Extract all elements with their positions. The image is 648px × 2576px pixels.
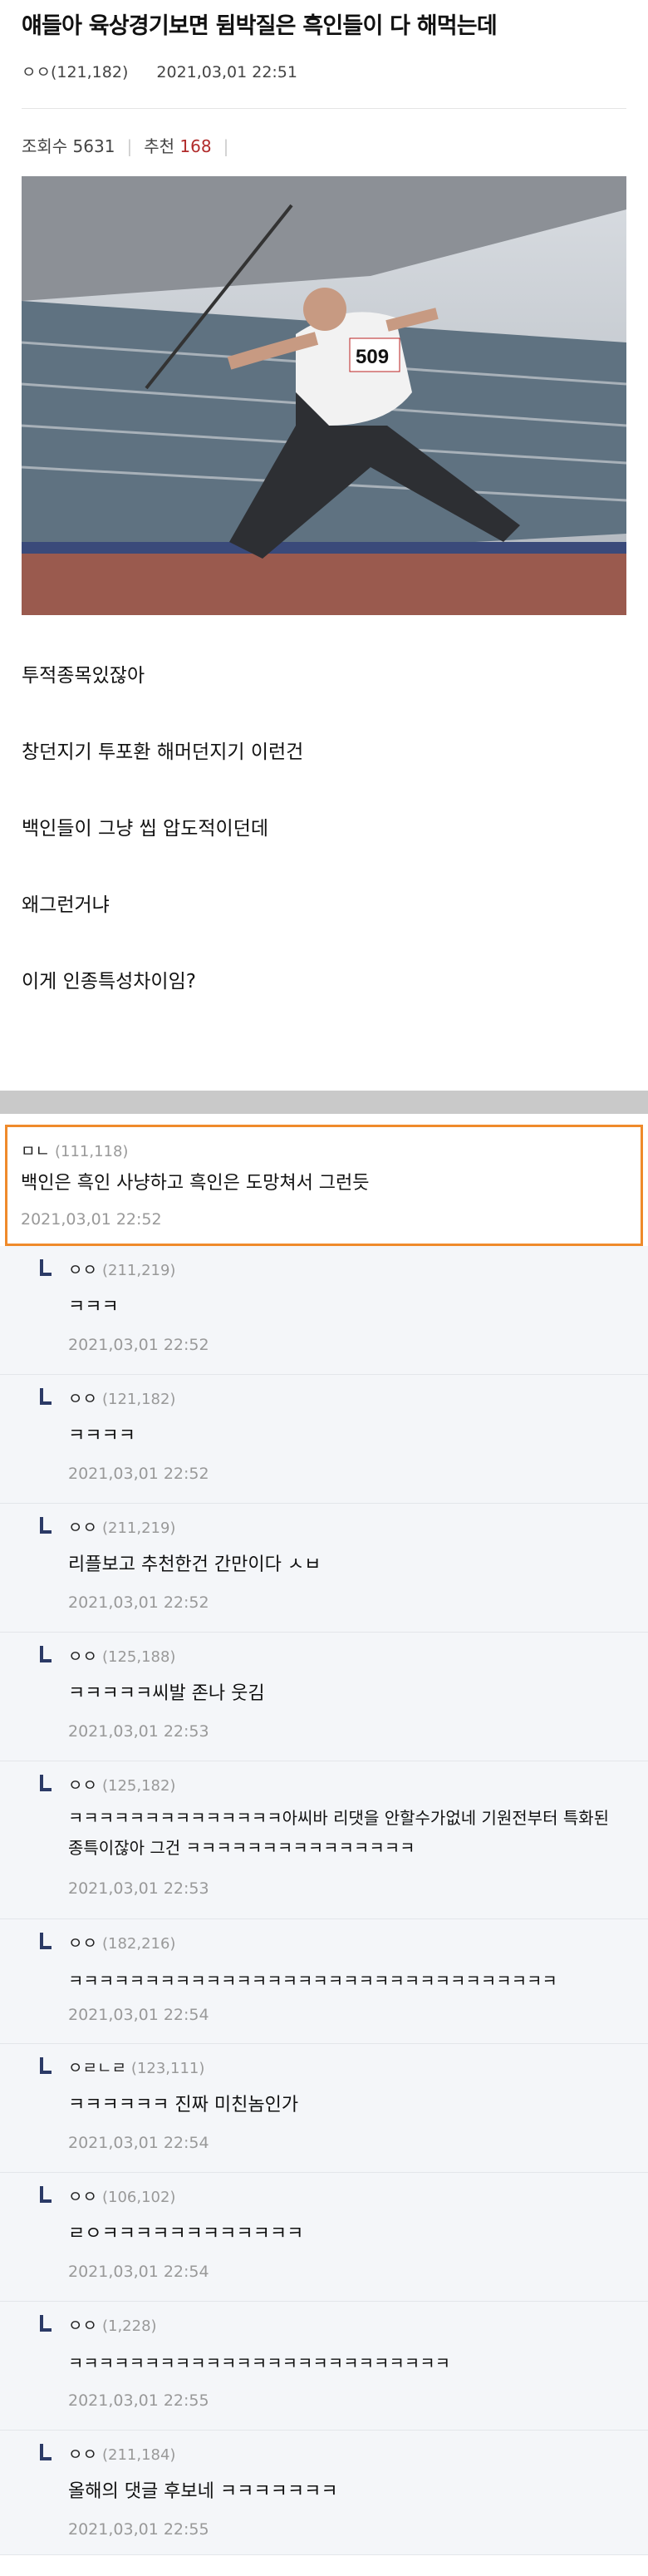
comment-user[interactable]: ㅇㅇ (182,216) — [68, 1931, 175, 1953]
comment-user[interactable]: ㅇㅇ (211,184) — [68, 2442, 175, 2465]
comment-text: ㅋㅋㅋㅋㅋ씨발 존나 웃김 — [68, 1683, 265, 1704]
post-image: 509 — [22, 176, 626, 615]
reply-comment: ㅇㄹㄴㄹ (123,111) ㅋㅋㅋㅋㅋㅋ 진짜 미친놈인가 2021,03,01… — [0, 2044, 648, 2173]
post-line: 창던지기 투포환 해머던지기 이런건 — [22, 741, 304, 763]
comment-date: 2021,03,01 22:55 — [68, 2391, 209, 2410]
comment-date: 2021,03,01 22:54 — [68, 2134, 209, 2152]
post-stats: 조회수 5631 | 추천 168 | — [22, 136, 229, 156]
post-author[interactable]: ㅇㅇ(121,182) — [22, 63, 128, 81]
comment-user[interactable]: ㅇㄹㄴㄹ (123,111) — [68, 2056, 204, 2078]
svg-text:509: 509 — [356, 346, 389, 368]
reply-arrow-icon — [40, 1517, 52, 1534]
comment-user[interactable]: ㅇㅇ (211,219) — [68, 1515, 175, 1538]
comment-date: 2021,03,01 22:54 — [68, 2263, 209, 2281]
comment-date: 2021,03,01 22:52 — [21, 1210, 162, 1229]
reply-arrow-icon — [40, 2315, 52, 2332]
post-title: 얘들아 육상경기보면 뒴박질은 흑인들이 다 해먹는데 — [22, 13, 498, 39]
top-comment: ㅁㄴ (111,118) 백인은 흑인 사냥하고 흑인은 도망쳐서 그런듯 202… — [5, 1125, 643, 1246]
comment-list: ㅁㄴ (111,118) 백인은 흑인 사냥하고 흑인은 도망쳐서 그런듯 202… — [0, 1114, 648, 2555]
reply-comment: ㅇㅇ (182,216) ㅋㅋㅋㅋㅋㅋㅋㅋㅋㅋㅋㅋㅋㅋㅋㅋㅋㅋㅋㅋㅋㅋㅋㅋㅋㅋㅋㅋ… — [0, 1919, 648, 2044]
comment-date: 2021,03,01 22:53 — [68, 1722, 209, 1741]
javelin-thrower-image: 509 — [22, 176, 626, 615]
post-meta: ㅇㅇ(121,182) 2021,03,01 22:51 — [22, 60, 626, 82]
comment-date: 2021,03,01 22:54 — [68, 2006, 209, 2024]
comment-date: 2021,03,01 22:52 — [68, 1593, 209, 1612]
post-line: 백인들이 그냥 씹 압도적이던데 — [22, 818, 269, 840]
comment-user[interactable]: ㅇㅇ (121,182) — [68, 1387, 175, 1409]
reply-comment: ㅇㅇ (125,188) ㅋㅋㅋㅋㅋ씨발 존나 웃김 2021,03,01 22:… — [0, 1633, 648, 1761]
recommend-count: 168 — [179, 136, 212, 156]
reply-comment: ㅇㅇ (1,228) ㅋㅋㅋㅋㅋㅋㅋㅋㅋㅋㅋㅋㅋㅋㅋㅋㅋㅋㅋㅋㅋㅋㅋㅋㅋ 2021… — [0, 2302, 648, 2431]
reply-arrow-icon — [40, 1775, 52, 1791]
comment-user[interactable]: ㅁㄴ (111,118) — [21, 1139, 128, 1161]
comment-user[interactable]: ㅇㅇ (125,188) — [68, 1644, 175, 1667]
comment-date: 2021,03,01 22:52 — [68, 1465, 209, 1483]
comment-text: ㅋㅋㅋㅋㅋㅋㅋㅋㅋㅋㅋㅋㅋㅋㅋㅋㅋㅋㅋㅋㅋㅋㅋㅋㅋ — [68, 2353, 450, 2373]
comment-date: 2021,03,01 22:55 — [68, 2520, 209, 2539]
comment-user[interactable]: ㅇㅇ (1,228) — [68, 2313, 157, 2336]
comment-date: 2021,03,01 22:52 — [68, 1336, 209, 1354]
post-datetime: 2021,03,01 22:51 — [156, 63, 297, 81]
reply-comment: ㅇㅇ (211,184) 올해의 댓글 후보네 ㅋㅋㅋㅋㅋㅋㅋ 2021,03,0… — [0, 2431, 648, 2555]
comment-user[interactable]: ㅇㅇ (106,102) — [68, 2184, 175, 2207]
reply-arrow-icon — [40, 2444, 52, 2460]
comment-user[interactable]: ㅇㅇ (125,182) — [68, 1773, 175, 1795]
reply-arrow-icon — [40, 1259, 52, 1276]
comment-text: ㅋㅋㅋㅋㅋㅋㅋㅋㅋㅋㅋㅋㅋㅋ아씨바 리댓을 안할수가없네 기원전부터 특화된 종… — [68, 1808, 610, 1858]
reply-comment: ㅇㅇ (106,102) ㄹㅇㅋㅋㅋㅋㅋㅋㅋㅋㅋㅋㅋㅋ 2021,03,01 22… — [0, 2173, 648, 2302]
comment-text: 백인은 흑인 사냥하고 흑인은 도망쳐서 그런듯 — [21, 1173, 370, 1194]
comment-text: ㅋㅋㅋㅋㅋㅋㅋㅋㅋㅋㅋㅋㅋㅋㅋㅋㅋㅋㅋㅋㅋㅋㅋㅋㅋㅋㅋㅋㅋㅋㅋㅋ — [68, 1971, 557, 1991]
post-line: 왜그런거냐 — [22, 894, 110, 916]
recommend-label: 추천 — [144, 136, 175, 156]
reply-comment: ㅇㅇ (121,182) ㅋㅋㅋㅋ 2021,03,01 22:52 — [0, 1375, 648, 1504]
comment-text: ㅋㅋㅋㅋㅋㅋ 진짜 미친놈인가 — [68, 2095, 299, 2115]
reply-comment: ㅇㅇ (211,219) ㅋㅋㅋ 2021,03,01 22:52 — [0, 1246, 648, 1375]
views-count: 조회수 5631 — [22, 136, 115, 156]
comment-text: 올해의 댓글 후보네 ㅋㅋㅋㅋㅋㅋㅋ — [68, 2481, 338, 2502]
section-divider — [0, 1091, 648, 1114]
post-line: 투적종목있잖아 — [22, 665, 145, 687]
comment-text: ㅋㅋㅋㅋ — [68, 1426, 135, 1446]
reply-comment: ㅇㅇ (211,219) 리플보고 추천한건 간만이다 ㅅㅂ 2021,03,01… — [0, 1504, 648, 1633]
reply-arrow-icon — [40, 2186, 52, 2203]
comment-text: ㄹㅇㅋㅋㅋㅋㅋㅋㅋㅋㅋㅋㅋㅋ — [68, 2224, 304, 2244]
reply-arrow-icon — [40, 1933, 52, 1949]
reply-arrow-icon — [40, 2057, 52, 2074]
comment-date: 2021,03,01 22:53 — [68, 1879, 209, 1898]
post-header: 얘들아 육상경기보면 뒴박질은 흑인들이 다 해먹는데 ㅇㅇ(121,182) … — [0, 0, 648, 81]
comment-text: ㅋㅋㅋ — [68, 1297, 119, 1318]
divider — [22, 108, 626, 109]
comment-user[interactable]: ㅇㅇ (211,219) — [68, 1258, 175, 1280]
post-line: 이게 인종특성차이임? — [22, 971, 196, 992]
reply-arrow-icon — [40, 1388, 52, 1405]
post-body: 투적종목있잖아 창던지기 투포환 해머던지기 이런건 백인들이 그냥 씹 압도적… — [22, 657, 303, 1039]
reply-comment: ㅇㅇ (125,182) ㅋㅋㅋㅋㅋㅋㅋㅋㅋㅋㅋㅋㅋㅋ아씨바 리댓을 안할수가없네… — [0, 1761, 648, 1919]
reply-arrow-icon — [40, 1646, 52, 1662]
comment-text: 리플보고 추천한건 간만이다 ㅅㅂ — [68, 1554, 322, 1575]
